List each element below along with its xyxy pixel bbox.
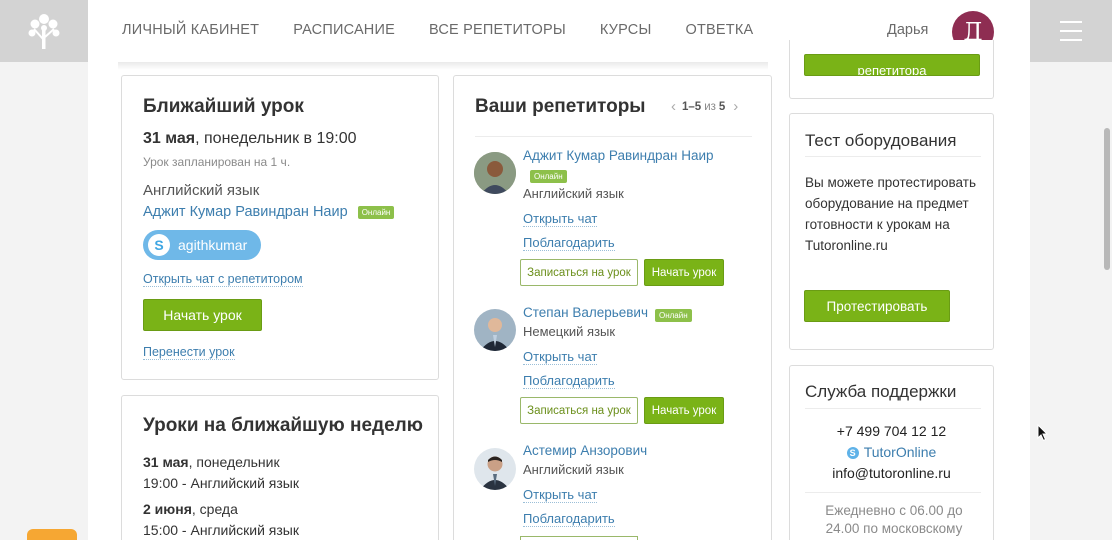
pager-total: 5 (718, 100, 726, 113)
lesson-tutor-row: Аджит Кумар Равиндран Наир Онлайн (143, 204, 395, 220)
lesson-date-day: 31 мая (143, 130, 196, 147)
lesson-duration: Урок запланирован на 1 ч. (143, 155, 291, 169)
lesson-tutor-link[interactable]: Аджит Кумар Равиндран Наир (143, 204, 348, 220)
lesson-date-time: , понедельник в 19:00 (195, 130, 357, 147)
online-badge: Онлайн (655, 309, 692, 322)
tutor-avatar[interactable] (474, 448, 516, 490)
nav-schedule[interactable]: РАСПИСАНИЕ (293, 22, 395, 38)
tutor-chat-link[interactable]: Открыть чат (523, 487, 598, 503)
mouse-cursor-icon (1037, 424, 1049, 442)
nav-cabinet[interactable]: ЛИЧНЫЙ КАБИНЕТ (122, 22, 259, 38)
tutor-start-lesson-button[interactable]: Начать урок (644, 259, 724, 286)
next-lesson-card: Ближайший урок 31 мая, понедельник в 19:… (121, 75, 439, 380)
online-badge: Онлайн (357, 205, 395, 219)
week-lesson-item: 31 мая, понедельник 19:00 - Английский я… (143, 452, 299, 494)
lesson-subject: Английский язык (143, 182, 260, 199)
week-lesson-date: 31 мая (143, 454, 189, 470)
chevron-right-icon[interactable]: › (733, 98, 738, 115)
card-title: Тест оборудования (805, 131, 957, 150)
tutor-name-link[interactable]: Степан Валерьевич (523, 305, 648, 320)
reschedule-link[interactable]: Перенести урок (143, 345, 235, 360)
week-lesson-day: , понедельник (188, 454, 280, 470)
card-title: Ближайший урок (143, 96, 304, 117)
week-lesson-day: , среда (191, 501, 238, 517)
divider (475, 136, 752, 137)
hamburger-icon-bar (1060, 21, 1082, 23)
menu-button[interactable] (1030, 0, 1112, 62)
skype-icon: S (148, 234, 170, 256)
logo[interactable] (0, 0, 88, 62)
book-lesson-button[interactable]: Записаться на урок (520, 397, 638, 424)
find-tutor-button[interactable]: репетитора (804, 54, 980, 76)
tutor-subject: Немецкий язык (523, 324, 616, 339)
nav-all-tutors[interactable]: ВСЕ РЕПЕТИТОРЫ (429, 22, 566, 38)
support-skype[interactable]: S TutorOnline (790, 444, 993, 460)
nav-answers[interactable]: ОТВЕТКА (686, 22, 754, 38)
tutor-avatar[interactable] (474, 152, 516, 194)
week-lesson-date: 2 июня (143, 501, 192, 517)
online-badge: Онлайн (530, 170, 567, 183)
card-title: Служба поддержки (805, 382, 957, 401)
support-hours: Ежедневно с 06.00 до 24.00 по московском… (825, 503, 963, 536)
hamburger-icon-bar (1060, 30, 1082, 32)
week-lessons-card: Уроки на ближайшую неделю 31 мая, понеде… (121, 395, 439, 540)
find-tutor-card: репетитора (789, 40, 994, 99)
support-email[interactable]: info@tutoronline.ru (790, 465, 993, 481)
chat-widget-tab[interactable] (27, 529, 77, 540)
support-skype-name: TutorOnline (863, 444, 937, 460)
main-nav: ЛИЧНЫЙ КАБИНЕТ РАСПИСАНИЕ ВСЕ РЕПЕТИТОРЫ… (122, 22, 787, 38)
book-lesson-button[interactable]: Записаться на урок (520, 259, 638, 286)
book-lesson-button-partial[interactable] (520, 536, 638, 540)
divider (805, 492, 981, 493)
tutor-thank-link[interactable]: Поблагодарить (523, 373, 615, 389)
tutor-name-link[interactable]: Аджит Кумар Равиндран Наир (523, 148, 714, 163)
week-lesson-line: 19:00 - Английский язык (143, 475, 299, 491)
lesson-date: 31 мая, понедельник в 19:00 (143, 130, 357, 148)
tutor-subject: Английский язык (523, 462, 624, 477)
card-title: Уроки на ближайшую неделю (143, 415, 423, 436)
nav-courses[interactable]: КУРСЫ (600, 22, 652, 38)
pager-range: 1–5 (682, 100, 702, 113)
equipment-text: Вы можете протестировать оборудование на… (805, 175, 976, 253)
support-card: Служба поддержки +7 499 704 12 12 S Tutor… (789, 365, 994, 540)
tutors-pager: ‹ 1–5 из 5 › (671, 98, 738, 115)
card-title: Ваши репетиторы (475, 96, 646, 117)
divider (805, 156, 981, 157)
week-lesson-item: 2 июня, среда 15:00 - Английский язык (143, 499, 299, 540)
skype-icon: S (846, 447, 859, 460)
equipment-test-card: Тест оборудования Вы можете протестирова… (789, 113, 994, 350)
start-lesson-button[interactable]: Начать урок (143, 299, 262, 331)
hamburger-icon-bar (1060, 39, 1082, 41)
open-chat-link[interactable]: Открыть чат с репетитором (143, 272, 303, 287)
tutor-chat-link[interactable]: Открыть чат (523, 349, 598, 365)
tutor-subject: Английский язык (523, 186, 624, 201)
support-phone: +7 499 704 12 12 (836, 423, 947, 439)
tutor-chat-link[interactable]: Открыть чат (523, 211, 598, 227)
tutor-avatar[interactable] (474, 309, 516, 351)
chevron-left-icon[interactable]: ‹ (671, 98, 676, 115)
tree-logo-icon (28, 14, 60, 49)
test-equipment-button[interactable]: Протестировать (804, 290, 950, 322)
week-lesson-line: 15:00 - Английский язык (143, 522, 299, 538)
divider (805, 408, 981, 409)
skype-button[interactable]: S agithkumar (143, 230, 261, 260)
header-shadow (118, 62, 768, 70)
tutor-name-link[interactable]: Астемир Анзорович (523, 443, 647, 458)
page-scrollbar[interactable] (1104, 128, 1110, 270)
tutor-thank-link[interactable]: Поблагодарить (523, 235, 615, 251)
pager-of: из (704, 100, 716, 113)
tutor-thank-link[interactable]: Поблагодарить (523, 511, 615, 527)
tutor-start-lesson-button[interactable]: Начать урок (644, 397, 724, 424)
user-name[interactable]: Дарья (887, 22, 928, 38)
tutors-card: Ваши репетиторы ‹ 1–5 из 5 › Аджит Кумар… (453, 75, 772, 540)
skype-username: agithkumar (178, 237, 248, 253)
